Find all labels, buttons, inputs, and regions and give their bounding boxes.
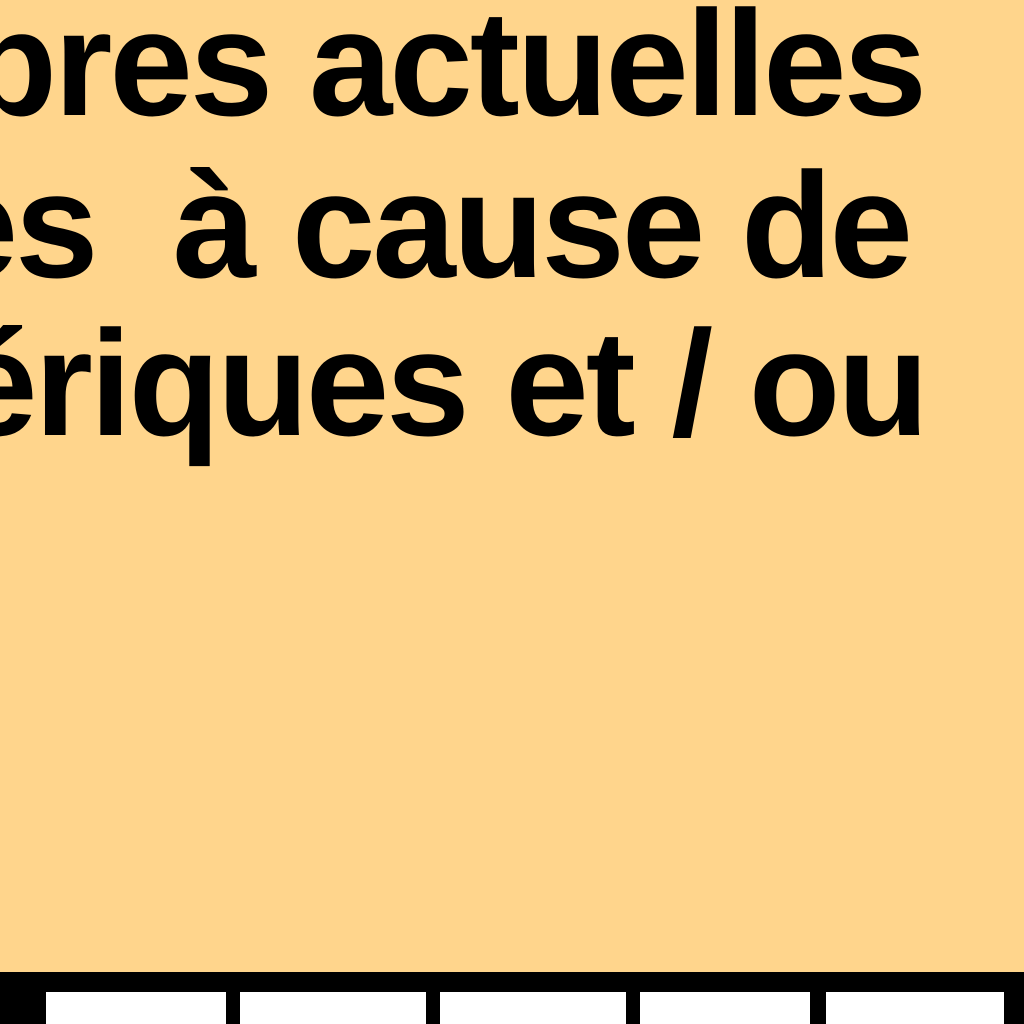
toolbar-button-3[interactable] [440,992,626,1024]
toolbar-button-5[interactable] [826,992,1004,1024]
toolbar-button-1[interactable] [46,992,226,1024]
text-line-2: es à cause de [0,141,913,309]
content-panel: ibres actuelles es à cause de ériques et… [0,0,1024,1024]
bottom-toolbar [0,972,1024,1024]
toolbar-button-2[interactable] [240,992,426,1024]
toolbar-button-4[interactable] [640,992,810,1024]
text-line-1: ibres actuelles [0,0,927,147]
text-block: ibres actuelles es à cause de ériques et… [0,0,1024,480]
text-line-3: ériques et / ou [0,299,929,467]
